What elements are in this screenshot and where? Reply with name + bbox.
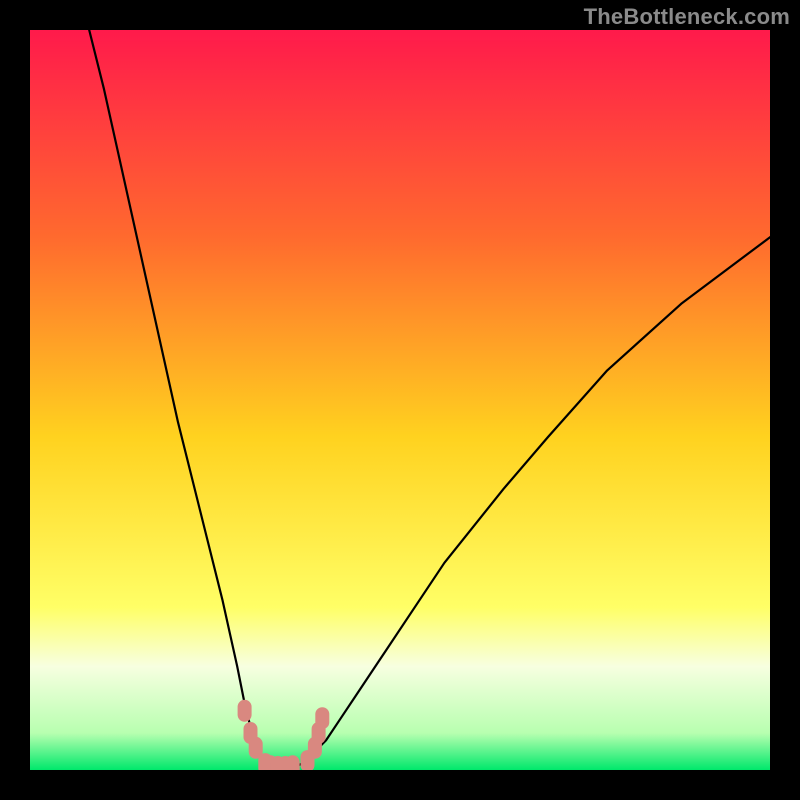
bottleneck-chart — [30, 30, 770, 770]
watermark-text: TheBottleneck.com — [584, 4, 790, 30]
chart-background — [30, 30, 770, 770]
marker-point — [286, 755, 300, 770]
marker-point — [315, 707, 329, 729]
outer-frame: TheBottleneck.com — [0, 0, 800, 800]
marker-point — [238, 700, 252, 722]
